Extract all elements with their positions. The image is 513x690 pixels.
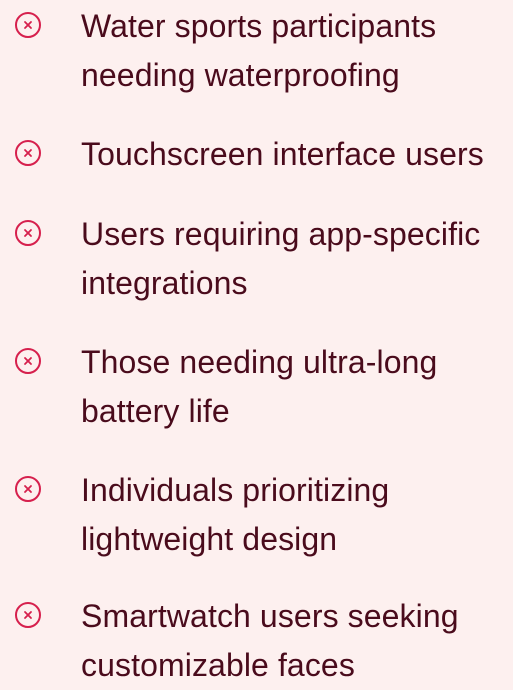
- list-item-label: Individuals prioritizing lightweight des…: [81, 472, 390, 557]
- excluded-users-list: Water sports participants needing waterp…: [0, 0, 513, 683]
- close-circle-icon: [13, 10, 43, 40]
- close-circle-icon: [13, 218, 43, 248]
- close-circle-icon: [13, 600, 43, 630]
- close-circle-icon: [13, 474, 43, 504]
- list-item-label: Touchscreen interface users: [81, 136, 484, 172]
- list-item-label: Smartwatch users seeking customizable fa…: [81, 598, 459, 683]
- close-circle-icon: [13, 346, 43, 376]
- list-item-label: Those needing ultra-long battery life: [81, 344, 438, 429]
- list-item-label: Users requiring app-specific integration…: [81, 216, 481, 301]
- list-item-label: Water sports participants needing waterp…: [81, 8, 437, 93]
- close-circle-icon: [13, 138, 43, 168]
